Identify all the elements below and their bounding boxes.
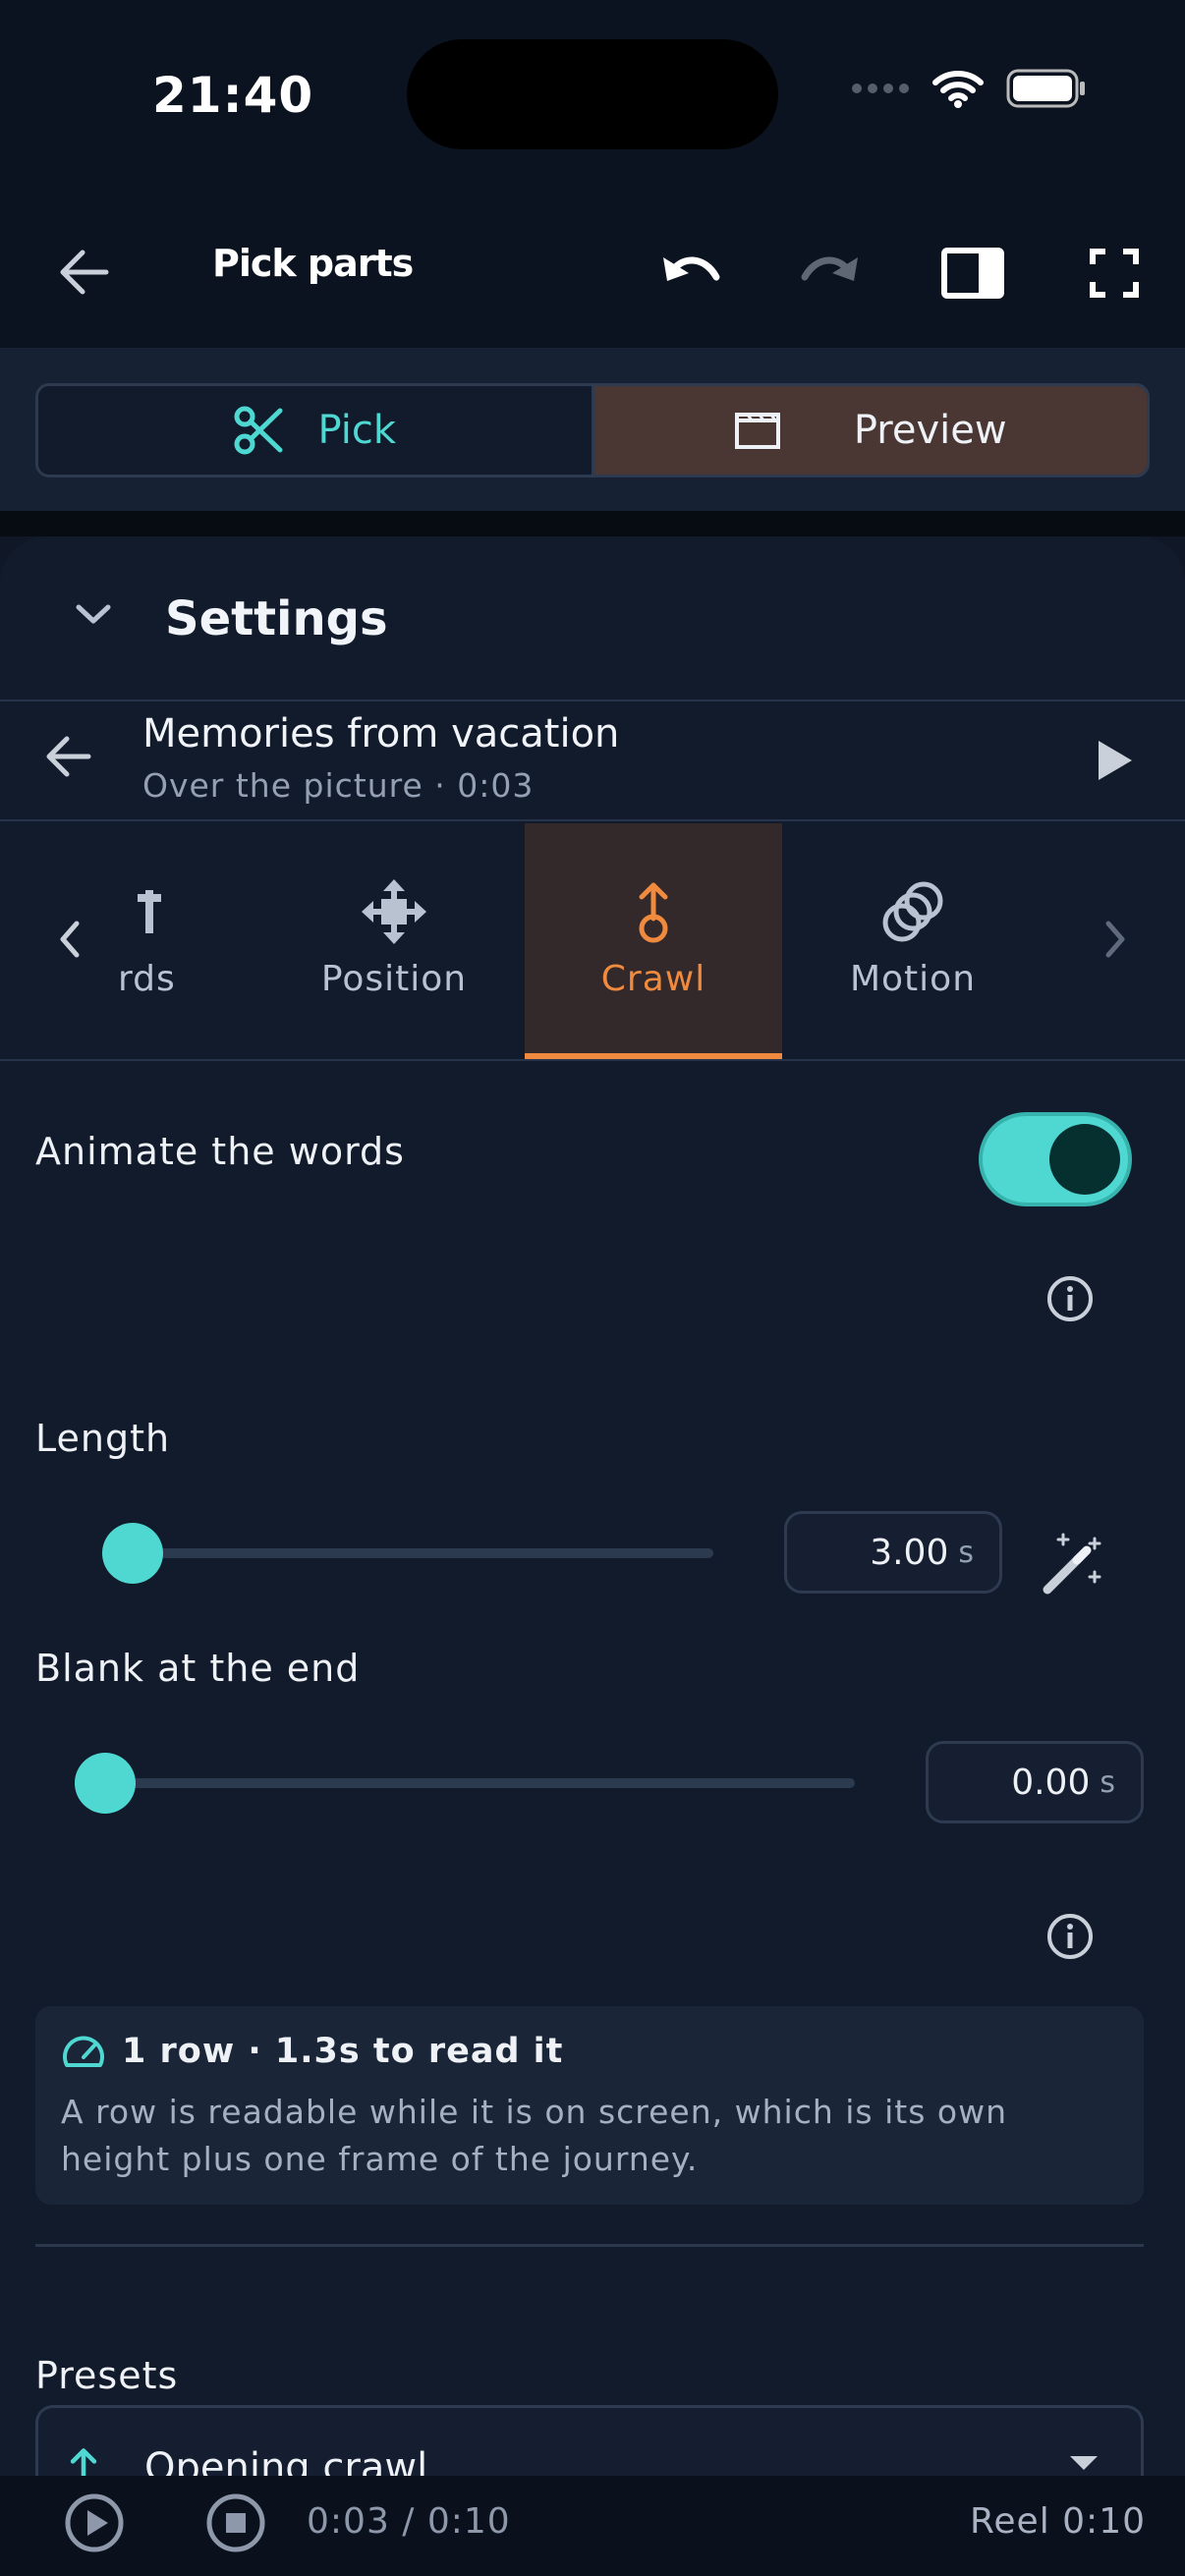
length-label: Length <box>35 1417 171 1460</box>
battery-icon <box>1006 69 1085 108</box>
play-icon[interactable] <box>1095 739 1134 782</box>
blank-end-value: 0.00 <box>1011 1762 1091 1803</box>
animate-toggle[interactable] <box>979 1112 1132 1206</box>
pick-tab[interactable]: Pick <box>38 386 594 475</box>
arrow-left-icon[interactable] <box>39 727 98 786</box>
tab-words[interactable]: rds <box>79 823 236 1059</box>
page-title: Pick parts <box>212 242 414 285</box>
signal-dots-icon <box>852 84 909 93</box>
redo-button[interactable] <box>794 236 869 310</box>
tab-motion[interactable]: Motion <box>784 823 1042 1059</box>
sheet-gap <box>0 511 1185 536</box>
wifi-icon <box>932 71 984 108</box>
arrow-left-icon <box>60 250 109 295</box>
mode-switch: Pick Preview <box>35 383 1150 477</box>
app-bar: Pick parts <box>0 196 1185 348</box>
mode-switch-area: Pick Preview <box>0 348 1185 511</box>
status-time: 21:40 <box>152 67 314 124</box>
redo-icon <box>801 256 858 281</box>
readability-header: 1 row · 1.3s to read it <box>61 2032 563 2071</box>
length-input[interactable]: 3.00 s <box>784 1511 1002 1594</box>
presets-label: Presets <box>35 2354 179 2397</box>
tab-label: rds <box>118 959 176 999</box>
back-button[interactable] <box>51 238 120 307</box>
tab-label: Crawl <box>600 959 706 999</box>
length-unit: s <box>958 1535 974 1570</box>
caret-down-icon <box>1070 2456 1098 2470</box>
fullscreen-icon <box>1090 249 1139 298</box>
preview-tab[interactable]: Preview <box>593 386 1147 475</box>
clapperboard-icon <box>734 413 780 449</box>
info-icon[interactable] <box>1045 1912 1095 1961</box>
clip-row: Memories from vacation Over the picture … <box>0 701 1185 821</box>
pick-label: Pick <box>317 408 396 453</box>
split-panel-icon <box>941 248 1004 299</box>
scissors-icon <box>234 406 283 455</box>
length-slider-track[interactable] <box>102 1548 713 1558</box>
status-bar: 21:40 <box>0 0 1185 196</box>
text-icon <box>79 872 236 951</box>
motion-icon <box>880 872 945 951</box>
magic-wand-icon[interactable] <box>1038 1529 1106 1597</box>
split-view-button[interactable] <box>935 236 1010 310</box>
tab-label: Position <box>320 959 468 999</box>
move-icon <box>360 872 428 951</box>
readability-title: 1 row · 1.3s to read it <box>122 2032 564 2071</box>
toggle-knob <box>1049 1124 1120 1195</box>
tab-crawl[interactable]: Crawl <box>525 823 782 1059</box>
blank-end-slider-track[interactable] <box>75 1778 855 1788</box>
tab-position[interactable]: Position <box>265 823 523 1059</box>
blank-end-unit: s <box>1100 1764 1115 1800</box>
tab-label: Motion <box>849 959 977 999</box>
settings-tabs: rds Position Crawl Motion <box>0 823 1185 1061</box>
status-icons <box>851 69 1087 108</box>
fullscreen-button[interactable] <box>1077 236 1152 310</box>
blank-end-label: Blank at the end <box>35 1647 361 1690</box>
preview-label: Preview <box>853 408 1007 453</box>
blank-end-slider-thumb[interactable] <box>75 1753 136 1814</box>
info-icon[interactable] <box>1045 1274 1095 1323</box>
settings-sheet: Settings Memories from vacation Over the… <box>0 536 1185 2576</box>
settings-title: Settings <box>165 591 388 646</box>
readability-body: A row is readable while it is on screen,… <box>61 2093 1007 2178</box>
play-circle-icon[interactable] <box>63 2492 126 2554</box>
undo-button[interactable] <box>652 236 727 310</box>
length-value: 3.00 <box>870 1532 949 1573</box>
player-bar: 0:03 / 0:10 Reel 0:10 <box>0 2476 1185 2576</box>
chevron-down-icon[interactable] <box>73 599 114 629</box>
blank-end-input[interactable]: 0.00 s <box>926 1741 1144 1823</box>
crawl-icon <box>632 872 675 951</box>
clip-subtitle: Over the picture · 0:03 <box>142 766 535 805</box>
dynamic-island <box>407 39 778 149</box>
chevron-right-icon[interactable] <box>1100 918 1130 961</box>
clip-title: Memories from vacation <box>142 711 620 756</box>
playback-time: 0:03 / 0:10 <box>307 2501 511 2542</box>
length-slider-thumb[interactable] <box>102 1523 163 1584</box>
animate-label: Animate the words <box>35 1130 405 1173</box>
stop-circle-icon[interactable] <box>204 2492 267 2554</box>
undo-icon <box>663 256 720 281</box>
readability-card: 1 row · 1.3s to read it A row is readabl… <box>35 2006 1144 2205</box>
divider <box>35 2244 1144 2247</box>
settings-header[interactable]: Settings <box>0 536 1185 701</box>
reel-duration: Reel 0:10 <box>970 2501 1146 2542</box>
speedometer-icon <box>63 2036 104 2067</box>
